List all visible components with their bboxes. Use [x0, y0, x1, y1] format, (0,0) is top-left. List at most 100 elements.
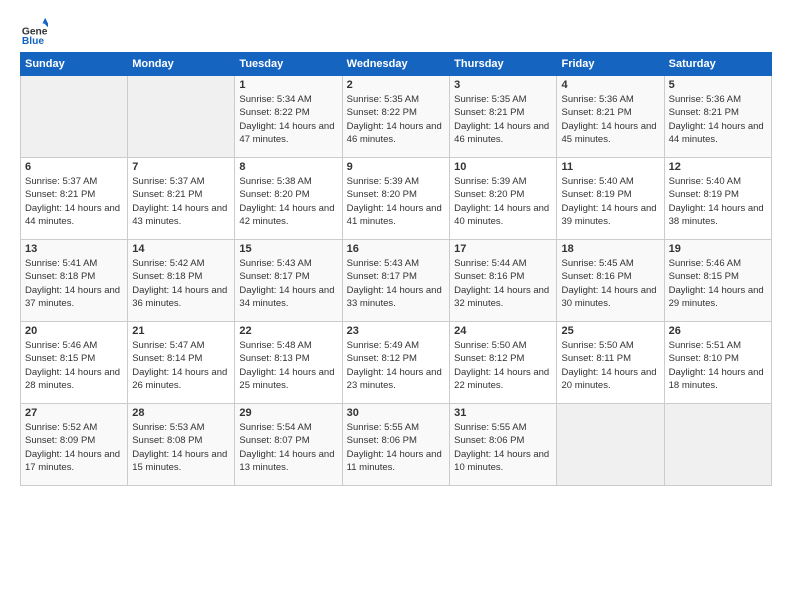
day-number: 4 — [561, 79, 659, 91]
calendar-cell: 23Sunrise: 5:49 AMSunset: 8:12 PMDayligh… — [342, 322, 449, 404]
day-info: Sunrise: 5:50 AMSunset: 8:11 PMDaylight:… — [561, 339, 659, 392]
day-info: Sunrise: 5:40 AMSunset: 8:19 PMDaylight:… — [669, 175, 767, 228]
calendar-header-row: SundayMondayTuesdayWednesdayThursdayFrid… — [21, 53, 772, 76]
day-info: Sunrise: 5:37 AMSunset: 8:21 PMDaylight:… — [25, 175, 123, 228]
calendar-week-row: 6 Sunrise: 5:37 AMSunset: 8:21 PMDaylight… — [21, 158, 772, 240]
day-info: Sunrise: 5:39 AMSunset: 8:20 PMDaylight:… — [347, 175, 445, 228]
calendar-cell: 15 Sunrise: 5:43 AMSunset: 8:17 PMDayligh… — [235, 240, 342, 322]
calendar-cell: 3Sunrise: 5:35 AMSunset: 8:21 PMDaylight… — [450, 76, 557, 158]
day-info: Sunrise: 5:35 AMSunset: 8:22 PMDaylight:… — [347, 93, 445, 146]
day-info: Sunrise: 5:34 AMSunset: 8:22 PMDaylight:… — [239, 93, 337, 146]
day-info: Sunrise: 5:54 AMSunset: 8:07 PMDaylight:… — [239, 421, 337, 474]
day-number: 17 — [454, 243, 552, 255]
calendar-cell: 22 Sunrise: 5:48 AMSunset: 8:13 PMDayligh… — [235, 322, 342, 404]
calendar-cell: 21 Sunrise: 5:47 AMSunset: 8:14 PMDayligh… — [128, 322, 235, 404]
calendar-cell — [664, 404, 771, 486]
day-number: 16 — [347, 243, 445, 255]
day-number: 14 — [132, 243, 230, 255]
calendar-cell: 1Sunrise: 5:34 AMSunset: 8:22 PMDaylight… — [235, 76, 342, 158]
svg-text:Blue: Blue — [22, 36, 45, 44]
calendar-cell: 31 Sunrise: 5:55 AMSunset: 8:06 PMDayligh… — [450, 404, 557, 486]
day-number: 26 — [669, 325, 767, 337]
weekday-header: Friday — [557, 53, 664, 76]
calendar-cell: 16 Sunrise: 5:43 AMSunset: 8:17 PMDayligh… — [342, 240, 449, 322]
day-info: Sunrise: 5:50 AMSunset: 8:12 PMDaylight:… — [454, 339, 552, 392]
calendar-cell: 2 Sunrise: 5:35 AMSunset: 8:22 PMDaylight… — [342, 76, 449, 158]
day-number: 6 — [25, 161, 123, 173]
day-info: Sunrise: 5:52 AMSunset: 8:09 PMDaylight:… — [25, 421, 123, 474]
weekday-header: Tuesday — [235, 53, 342, 76]
calendar-cell: 30 Sunrise: 5:55 AMSunset: 8:06 PMDayligh… — [342, 404, 449, 486]
calendar-cell: 12 Sunrise: 5:40 AMSunset: 8:19 PMDayligh… — [664, 158, 771, 240]
weekday-header: Monday — [128, 53, 235, 76]
weekday-header: Sunday — [21, 53, 128, 76]
calendar-cell: 19 Sunrise: 5:46 AMSunset: 8:15 PMDayligh… — [664, 240, 771, 322]
day-number: 24 — [454, 325, 552, 337]
day-info: Sunrise: 5:55 AMSunset: 8:06 PMDaylight:… — [347, 421, 445, 474]
day-info: Sunrise: 5:49 AMSunset: 8:12 PMDaylight:… — [347, 339, 445, 392]
day-number: 28 — [132, 407, 230, 419]
logo: General Blue — [20, 16, 52, 44]
day-info: Sunrise: 5:55 AMSunset: 8:06 PMDaylight:… — [454, 421, 552, 474]
calendar-cell — [21, 76, 128, 158]
calendar-cell — [128, 76, 235, 158]
weekday-header: Saturday — [664, 53, 771, 76]
day-number: 3 — [454, 79, 552, 91]
day-number: 30 — [347, 407, 445, 419]
calendar-cell: 17 Sunrise: 5:44 AMSunset: 8:16 PMDayligh… — [450, 240, 557, 322]
day-info: Sunrise: 5:36 AMSunset: 8:21 PMDaylight:… — [669, 93, 767, 146]
day-info: Sunrise: 5:53 AMSunset: 8:08 PMDaylight:… — [132, 421, 230, 474]
day-number: 15 — [239, 243, 337, 255]
day-info: Sunrise: 5:45 AMSunset: 8:16 PMDaylight:… — [561, 257, 659, 310]
calendar-cell: 29 Sunrise: 5:54 AMSunset: 8:07 PMDayligh… — [235, 404, 342, 486]
day-number: 22 — [239, 325, 337, 337]
day-number: 27 — [25, 407, 123, 419]
logo-icon: General Blue — [20, 16, 48, 44]
day-number: 8 — [239, 161, 337, 173]
day-info: Sunrise: 5:43 AMSunset: 8:17 PMDaylight:… — [239, 257, 337, 310]
day-info: Sunrise: 5:38 AMSunset: 8:20 PMDaylight:… — [239, 175, 337, 228]
day-info: Sunrise: 5:37 AMSunset: 8:21 PMDaylight:… — [132, 175, 230, 228]
calendar-week-row: 20 Sunrise: 5:46 AMSunset: 8:15 PMDayligh… — [21, 322, 772, 404]
day-number: 19 — [669, 243, 767, 255]
calendar-cell: 6 Sunrise: 5:37 AMSunset: 8:21 PMDaylight… — [21, 158, 128, 240]
day-info: Sunrise: 5:48 AMSunset: 8:13 PMDaylight:… — [239, 339, 337, 392]
calendar-cell: 18 Sunrise: 5:45 AMSunset: 8:16 PMDayligh… — [557, 240, 664, 322]
calendar-cell: 26 Sunrise: 5:51 AMSunset: 8:10 PMDayligh… — [664, 322, 771, 404]
weekday-header: Thursday — [450, 53, 557, 76]
day-number: 31 — [454, 407, 552, 419]
calendar-cell: 25Sunrise: 5:50 AMSunset: 8:11 PMDayligh… — [557, 322, 664, 404]
day-number: 11 — [561, 161, 659, 173]
day-info: Sunrise: 5:47 AMSunset: 8:14 PMDaylight:… — [132, 339, 230, 392]
calendar-cell: 14 Sunrise: 5:42 AMSunset: 8:18 PMDayligh… — [128, 240, 235, 322]
day-info: Sunrise: 5:43 AMSunset: 8:17 PMDaylight:… — [347, 257, 445, 310]
day-number: 29 — [239, 407, 337, 419]
calendar-week-row: 13Sunrise: 5:41 AMSunset: 8:18 PMDayligh… — [21, 240, 772, 322]
calendar-cell: 10Sunrise: 5:39 AMSunset: 8:20 PMDayligh… — [450, 158, 557, 240]
day-info: Sunrise: 5:51 AMSunset: 8:10 PMDaylight:… — [669, 339, 767, 392]
day-info: Sunrise: 5:46 AMSunset: 8:15 PMDaylight:… — [25, 339, 123, 392]
day-number: 13 — [25, 243, 123, 255]
day-number: 18 — [561, 243, 659, 255]
calendar-cell: 27 Sunrise: 5:52 AMSunset: 8:09 PMDayligh… — [21, 404, 128, 486]
day-number: 10 — [454, 161, 552, 173]
day-number: 21 — [132, 325, 230, 337]
calendar-week-row: 27 Sunrise: 5:52 AMSunset: 8:09 PMDayligh… — [21, 404, 772, 486]
day-number: 9 — [347, 161, 445, 173]
day-info: Sunrise: 5:44 AMSunset: 8:16 PMDaylight:… — [454, 257, 552, 310]
day-number: 12 — [669, 161, 767, 173]
day-info: Sunrise: 5:40 AMSunset: 8:19 PMDaylight:… — [561, 175, 659, 228]
calendar-cell: 28 Sunrise: 5:53 AMSunset: 8:08 PMDayligh… — [128, 404, 235, 486]
calendar-cell: 20 Sunrise: 5:46 AMSunset: 8:15 PMDayligh… — [21, 322, 128, 404]
day-number: 5 — [669, 79, 767, 91]
day-info: Sunrise: 5:42 AMSunset: 8:18 PMDaylight:… — [132, 257, 230, 310]
calendar-cell — [557, 404, 664, 486]
calendar-cell: 9 Sunrise: 5:39 AMSunset: 8:20 PMDaylight… — [342, 158, 449, 240]
day-info: Sunrise: 5:46 AMSunset: 8:15 PMDaylight:… — [669, 257, 767, 310]
day-number: 20 — [25, 325, 123, 337]
calendar-week-row: 1Sunrise: 5:34 AMSunset: 8:22 PMDaylight… — [21, 76, 772, 158]
calendar-cell: 13Sunrise: 5:41 AMSunset: 8:18 PMDayligh… — [21, 240, 128, 322]
day-number: 2 — [347, 79, 445, 91]
day-number: 7 — [132, 161, 230, 173]
calendar: SundayMondayTuesdayWednesdayThursdayFrid… — [20, 52, 772, 486]
